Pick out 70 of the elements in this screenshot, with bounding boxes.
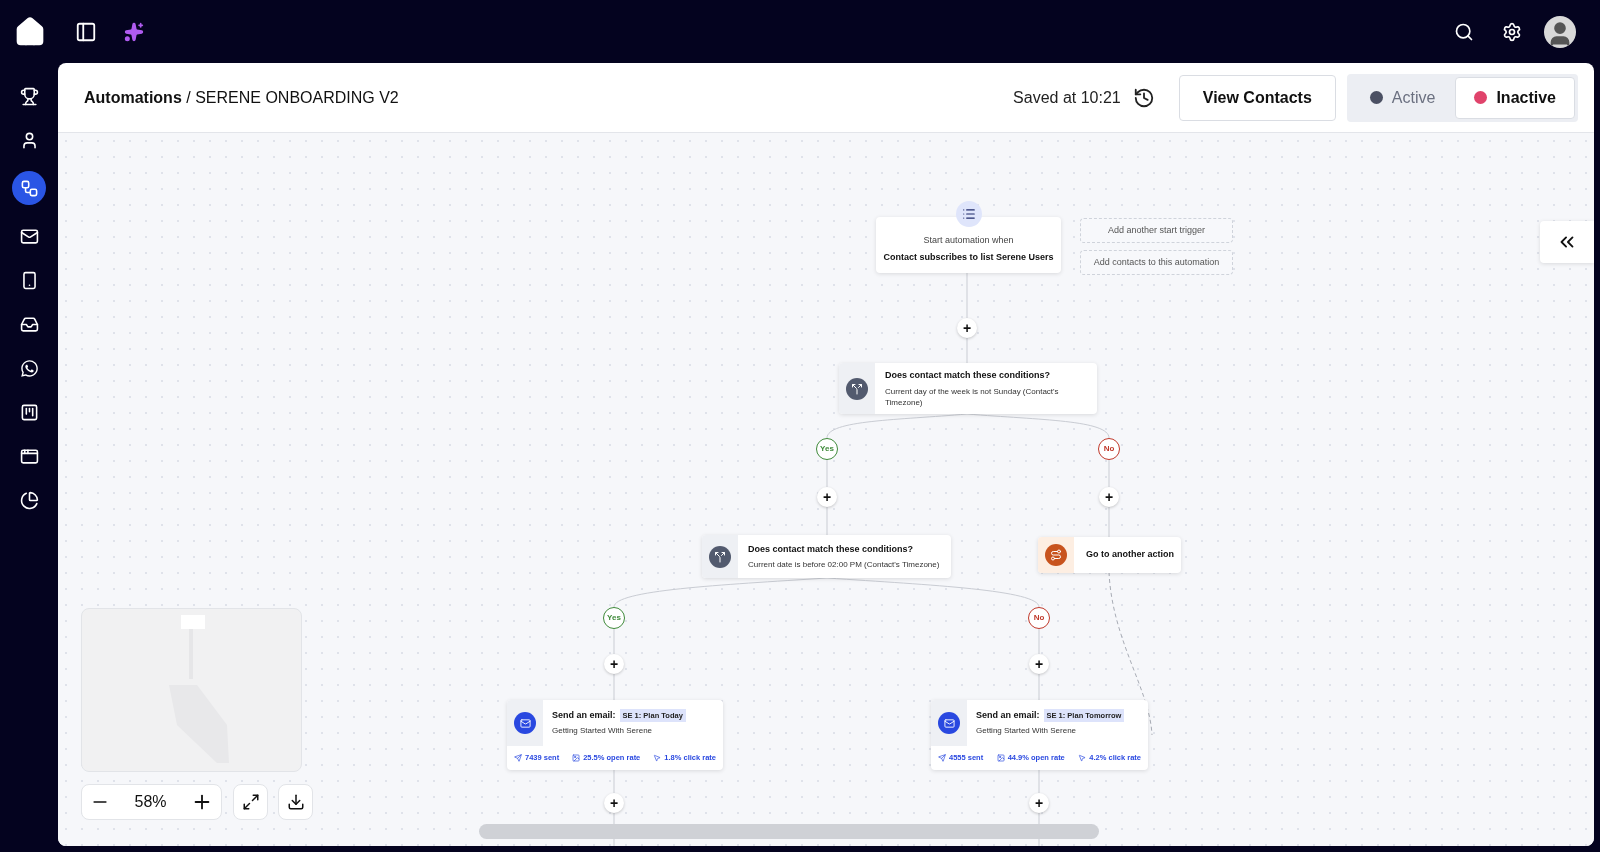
status-option[interactable]: Active	[1349, 76, 1456, 119]
window-icon	[19, 446, 39, 466]
dashed-action[interactable]: Add contacts to this automation	[1080, 250, 1233, 275]
breadcrumb-link[interactable]: Automations	[84, 88, 182, 106]
fit-view-button[interactable]	[233, 784, 268, 820]
email-title: Send an email:	[552, 708, 616, 722]
pointer-icon	[1078, 754, 1087, 762]
settings-icon[interactable]	[1502, 21, 1522, 42]
image-icon	[572, 754, 581, 762]
workflow-icon	[19, 178, 39, 198]
email-subject: Getting Started With Serene	[552, 725, 654, 738]
email-subject: Getting Started With Serene	[976, 725, 1078, 738]
panel-toggle-icon[interactable]	[75, 20, 97, 43]
chat-icon	[19, 358, 39, 378]
condition-title: Does contact match these conditions?	[885, 369, 1052, 383]
condition-node[interactable]: Does contact match these conditions? Current day of the week is not Sunday (Contact's Timezone)	[839, 363, 1097, 414]
add-step-button[interactable]: +	[1099, 487, 1119, 507]
route-icon	[1045, 544, 1067, 566]
goto-title: Go to another action	[1085, 548, 1175, 562]
inbox-icon	[19, 314, 39, 334]
search-icon[interactable]	[1454, 21, 1474, 42]
kanban-icon	[19, 402, 39, 422]
trophy-icon	[19, 86, 39, 106]
mail-icon	[938, 712, 960, 734]
home-icon[interactable]	[14, 15, 46, 48]
add-step-button[interactable]: +	[1029, 793, 1049, 813]
pointer-icon	[653, 754, 662, 762]
list-icon	[955, 201, 982, 227]
branch-label: Yes	[603, 607, 625, 629]
condition-title: Does contact match these conditions?	[748, 542, 915, 556]
split-icon	[709, 545, 731, 568]
split-icon	[846, 377, 868, 400]
add-step-button[interactable]: +	[604, 793, 624, 813]
horizontal-scrollbar[interactable]	[479, 824, 1099, 839]
pie-chart-icon	[19, 490, 39, 510]
breadcrumb-separator: /	[185, 88, 192, 106]
sparkle-icon[interactable]	[124, 21, 144, 42]
branch-label: Yes	[816, 438, 838, 460]
add-step-button[interactable]: +	[604, 654, 624, 674]
branch-label: No	[1098, 438, 1120, 460]
download-icon	[286, 793, 305, 811]
image-icon	[996, 754, 1005, 762]
condition-detail: Current day of the week is not Sunday (Contact's Timezone)	[885, 385, 1060, 408]
collapse-panel-button[interactable]	[1540, 221, 1594, 263]
condition-node[interactable]: Does contact match these conditions? Current date is before 02:00 PM (Contact's Timezone)	[702, 535, 951, 578]
add-step-button[interactable]: +	[957, 318, 977, 338]
breadcrumb-current: SERENE ONBOARDING V2	[195, 88, 399, 106]
mail-icon	[514, 712, 536, 734]
status-option[interactable]: Inactive	[1455, 76, 1575, 119]
mail-icon	[19, 226, 39, 246]
history-icon[interactable]	[1132, 86, 1155, 109]
expand-icon	[241, 793, 260, 811]
goto-node[interactable]: Go to another action	[1038, 537, 1181, 573]
add-step-button[interactable]: +	[817, 487, 837, 507]
send-icon	[514, 754, 522, 762]
avatar[interactable]	[1544, 15, 1576, 48]
send-icon	[938, 754, 946, 762]
dashed-action[interactable]: Add another start trigger	[1080, 218, 1233, 243]
condition-detail: Current date is before 02:00 PM (Contact's Timezone)	[748, 559, 940, 571]
branch-label: No	[1028, 607, 1050, 629]
email-title: Send an email:	[976, 708, 1040, 722]
trigger-title: Contact subscribes to list Serene Users	[883, 250, 1054, 264]
trigger-node[interactable]: Start automation when Contact subscribes to list Serene Users	[876, 217, 1061, 273]
zoom-level: 58%	[134, 792, 167, 812]
view-contacts-button[interactable]: View Contacts	[1178, 74, 1336, 121]
add-step-button[interactable]: +	[1029, 654, 1049, 674]
download-button[interactable]	[278, 784, 313, 820]
trigger-caption: Start automation when	[923, 234, 1014, 247]
saved-status: Saved at 10:21	[1013, 87, 1121, 108]
sidebar-item[interactable]	[12, 171, 46, 205]
